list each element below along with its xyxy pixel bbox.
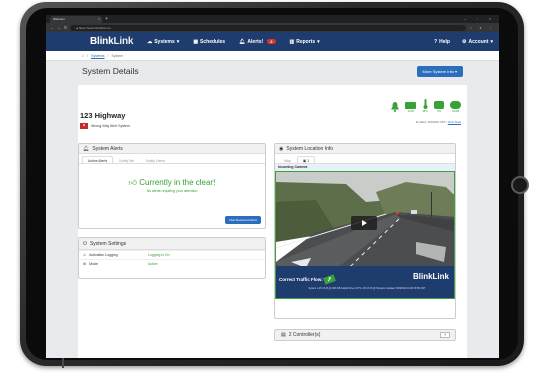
tab-map[interactable]: Map <box>278 156 297 163</box>
calendar-icon: ▦ <box>193 38 199 45</box>
extension-icons[interactable]: ☆ ● ⋮ <box>469 26 495 30</box>
status-icons: 12.8V 48°C ON 34.6M <box>391 99 461 113</box>
breadcrumb: ⌂ / Systems / System <box>46 51 499 61</box>
clear-message: 👍︎ Currently in the clear! <box>128 178 216 187</box>
help-icon: ? <box>434 38 438 45</box>
alerts-tabs: Active Alerts Notify Me Notify Users <box>79 154 265 164</box>
bell-icon <box>391 102 400 112</box>
browser-tabbar: Webcam × + – ▫ × <box>46 15 499 23</box>
system-type: Wrong-Way Alert System <box>91 124 130 128</box>
breadcrumb-current: System <box>111 53 124 58</box>
settings-row[interactable]: ⚠ Activation Logging Logging is On <box>79 250 265 259</box>
reload-icon[interactable]: ↻ <box>64 25 67 30</box>
controller-icon: ▤ <box>281 332 286 338</box>
app-navbar: BlinkLink ☁ Systems ▾ ▦ Schedules 🔔︎ Alerts… <box>46 32 499 51</box>
controllers-label: 2 Controller(s) <box>288 332 321 338</box>
system-type-row: ⛔︎ Wrong-Way Alert System <box>80 123 130 129</box>
battery-icon <box>405 102 417 109</box>
camera-icon <box>434 101 444 109</box>
panel-header: ⏻ System Settings <box>79 238 265 250</box>
tab-camera-1[interactable]: ▣ 1 <box>296 156 316 163</box>
beacon-status[interactable] <box>391 102 400 113</box>
new-tab-icon[interactable]: + <box>105 16 108 23</box>
settings-row[interactable]: ⚙ Mode Active <box>79 259 265 268</box>
tab-notify-me[interactable]: Notify Me <box>113 156 140 163</box>
nav-help[interactable]: ? Help <box>434 39 450 45</box>
window-controls[interactable]: – ▫ × <box>464 16 499 23</box>
gear-icon: ⚙ <box>83 262 87 266</box>
browser-toolbar: ← → ↻ 🔒︎ https://www.blinklink.net ☆ ● ⋮ <box>46 23 499 32</box>
page-header: System Details More System Info ▾ <box>46 61 499 81</box>
battery-status[interactable]: 12.8V <box>405 102 417 113</box>
camera-logo: BlinkLink <box>412 272 449 281</box>
system-settings-panel: ⏻ System Settings ⚠ Activation Logging Log… <box>78 237 266 279</box>
power-icon: ⏻ <box>83 240 87 247</box>
gear-icon: ⚙ <box>462 38 467 45</box>
tab-title: Webcam <box>53 17 65 21</box>
alerts-count-badge: 2 <box>267 39 276 44</box>
system-name: 123 Highway <box>80 111 126 120</box>
bell-icon: 🔔︎ <box>239 38 246 45</box>
nav-account[interactable]: ⚙ Account ▾ <box>462 39 493 45</box>
temperature-status[interactable]: 48°C <box>422 99 428 113</box>
address-bar[interactable]: 🔒︎ https://www.blinklink.net <box>70 24 467 31</box>
system-alerts-panel: 🔔︎ System Alerts Active Alerts Notify Me … <box>78 143 266 229</box>
nav-reports[interactable]: ▥ Reports ▾ <box>290 39 320 45</box>
thumbs-up-icon: 👍︎ <box>128 178 138 187</box>
url-text: https://www.blinklink.net <box>78 25 111 30</box>
thermometer-icon <box>423 99 428 109</box>
camera-info-bar: Correct Traffic Flow: ➚ BlinkLink System… <box>276 266 454 298</box>
blinklink-logo[interactable]: BlinkLink <box>90 36 133 47</box>
incoming-camera-label: Incoming Camera <box>275 164 455 171</box>
browser-tab[interactable]: Webcam × <box>50 16 102 23</box>
more-system-info-button[interactable]: More System Info ▾ <box>416 65 463 77</box>
main-content: 123 Highway ⛔︎ Wrong-Way Alert System 12… <box>78 85 467 358</box>
nav-schedules[interactable]: ▦ Schedules <box>193 39 225 45</box>
expand-controllers-button[interactable]: + <box>440 332 450 338</box>
chart-icon: ▥ <box>289 38 295 45</box>
tablet-screen: Webcam × + – ▫ × ← → ↻ 🔒︎ https://www.bl… <box>46 15 499 358</box>
clear-subtext: No alerts requiring your attention <box>146 189 198 193</box>
home-icon[interactable]: ⌂ <box>82 54 84 58</box>
globe-icon: ◉ <box>279 145 284 152</box>
view-stats-link[interactable]: View Stats <box>448 120 461 124</box>
arrow-icon: ➚ <box>323 274 336 285</box>
nav-alerts[interactable]: 🔔︎ Alerts! 2 <box>239 38 276 45</box>
last-updated: 11:20am, 8/3/2022 CDT • View Stats <box>415 120 461 124</box>
tab-notify-users[interactable]: Notify Users <box>140 156 171 163</box>
bell-icon: 🔔︎ <box>83 145 90 152</box>
breadcrumb-systems[interactable]: Systems <box>91 54 104 58</box>
play-button[interactable] <box>351 216 377 230</box>
camera-icon: ▣ <box>302 159 307 163</box>
panel-header: 🔔︎ System Alerts <box>79 144 265 154</box>
warning-icon: ⚠ <box>83 253 87 257</box>
camera-info-text: System 1-45 US 45 @ 45th NB Capitol Driv… <box>308 288 426 290</box>
page-title: System Details <box>82 66 139 76</box>
camera-status[interactable]: ON <box>434 101 444 113</box>
location-tabs: Map ▣ 1 <box>275 154 455 164</box>
system-location-panel: ◉ System Location Info Map ▣ 1 Incoming C… <box>274 143 456 319</box>
forward-icon[interactable]: → <box>57 25 61 30</box>
camera-feed[interactable]: Correct Traffic Flow: ➚ BlinkLink System… <box>275 171 455 299</box>
wrong-way-sign-icon: ⛔︎ <box>80 123 88 129</box>
close-icon[interactable]: × <box>98 17 100 21</box>
cloud-upload-icon <box>450 101 461 109</box>
nav-systems[interactable]: ☁ Systems ▾ <box>147 39 179 45</box>
view-resolved-alerts-button[interactable]: View Resolved Alerts <box>224 216 261 224</box>
home-button[interactable] <box>511 176 529 194</box>
tab-active-alerts[interactable]: Active Alerts <box>82 156 114 163</box>
data-usage-status[interactable]: 34.6M <box>450 101 461 113</box>
traffic-flow-label: Correct Traffic Flow: ➚ <box>279 274 336 285</box>
back-icon[interactable]: ← <box>50 25 54 30</box>
controllers-panel[interactable]: ▤ 2 Controller(s) + <box>274 329 456 341</box>
cloud-icon: ☁ <box>147 38 153 45</box>
panel-header: ◉ System Location Info <box>275 144 455 154</box>
